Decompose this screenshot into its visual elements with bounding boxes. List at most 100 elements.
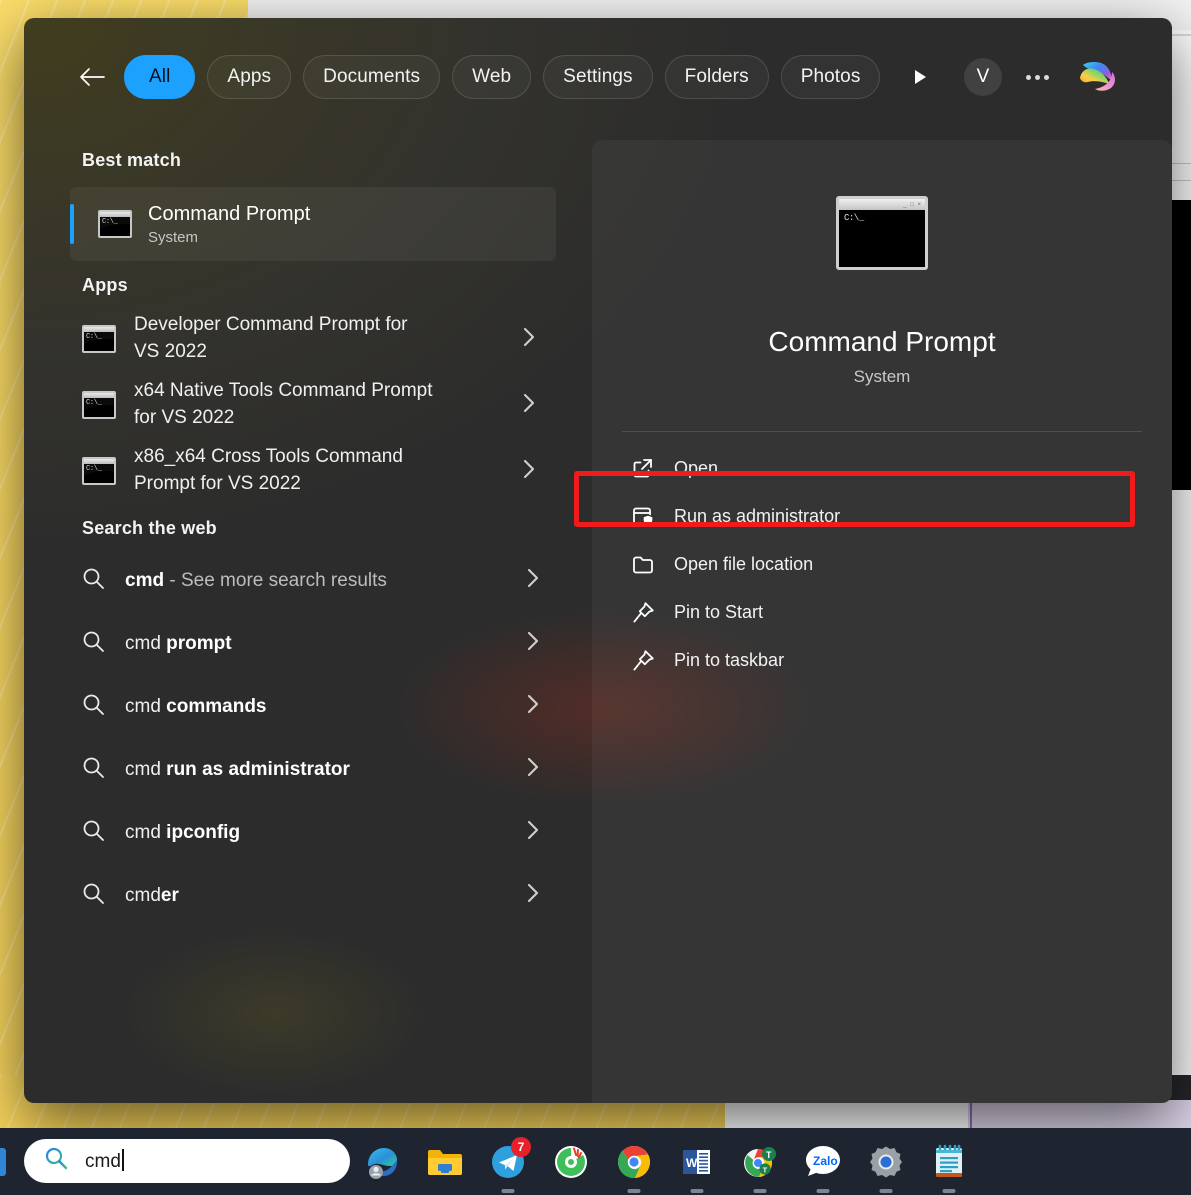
search-icon	[82, 630, 105, 658]
best-match-result[interactable]: C:\_ Command Prompt System	[70, 187, 556, 261]
list-item[interactable]: cmd run as administrator	[70, 738, 556, 801]
back-arrow-icon[interactable]	[72, 57, 112, 97]
query-suffix: commands	[160, 695, 267, 717]
screen: 4 2 e All Apps Docum	[0, 0, 1191, 1195]
action-run-as-administrator[interactable]: Run as administrator	[592, 492, 1172, 540]
section-heading-apps: Apps	[82, 275, 128, 295]
list-item[interactable]: C:\_ Developer Command Prompt for VS 202…	[70, 306, 556, 372]
play-triangle-icon[interactable]	[898, 55, 942, 99]
chevron-right-icon[interactable]	[523, 327, 552, 352]
detail-icon-wrap: _ □ × C:\_	[592, 140, 1172, 270]
search-icon	[82, 756, 105, 784]
pin-icon	[630, 647, 656, 673]
list-item[interactable]: cmd commands	[70, 675, 556, 738]
filter-pill-label: All	[149, 66, 171, 87]
taskbar-edge-accent	[0, 1148, 6, 1176]
action-pin-to-taskbar[interactable]: Pin to taskbar	[592, 636, 1172, 684]
list-item[interactable]: C:\_ x64 Native Tools Command Prompt for…	[70, 372, 556, 438]
taskbar-app-zalo[interactable]: Zalo	[801, 1140, 845, 1193]
list-item-label: x64 Native Tools Command Prompt for VS 2…	[134, 380, 433, 428]
command-prompt-icon: _ □ × C:\_	[836, 196, 928, 270]
taskbar-app-google-chrome[interactable]	[612, 1140, 656, 1193]
open-external-icon	[630, 455, 656, 481]
chevron-right-icon[interactable]	[527, 694, 556, 719]
filter-pill-web[interactable]: Web	[452, 55, 532, 99]
query-text: cmd	[125, 758, 161, 780]
list-item-label: cmd prompt	[125, 633, 232, 655]
ellipsis-icon[interactable]	[1018, 58, 1056, 96]
svg-text:Zalo: Zalo	[813, 1154, 838, 1168]
taskbar-app-file-explorer[interactable]	[423, 1140, 467, 1184]
chevron-right-icon[interactable]	[523, 459, 552, 484]
list-item[interactable]: C:\_ x86_x64 Cross Tools Command Prompt …	[70, 438, 556, 504]
filter-pill-apps[interactable]: Apps	[207, 55, 292, 99]
list-item[interactable]: cmder	[70, 864, 556, 927]
list-item-label: cmd ipconfig	[125, 822, 240, 844]
avatar[interactable]: V	[964, 58, 1002, 96]
filter-pill-settings[interactable]: Settings	[543, 55, 653, 99]
taskbar-app-chrome-teams[interactable]: T T	[738, 1140, 782, 1193]
chevron-right-icon[interactable]	[527, 883, 556, 908]
search-icon	[82, 882, 105, 910]
list-item[interactable]: cmd - See more search results	[70, 549, 556, 612]
taskbar-app-microsoft-edge[interactable]	[360, 1140, 404, 1184]
running-indicator	[753, 1188, 767, 1193]
filter-pill-label: Documents	[323, 66, 421, 87]
notification-badge: 7	[511, 1136, 531, 1157]
taskbar-app-telegram[interactable]: 7	[486, 1136, 531, 1193]
taskbar-app-screen-recorder[interactable]	[549, 1140, 593, 1184]
chevron-right-icon[interactable]	[523, 393, 552, 418]
running-indicator	[627, 1188, 641, 1193]
best-match-text: Command Prompt System	[148, 202, 310, 246]
filter-pill-label: Settings	[563, 66, 633, 87]
running-indicator	[501, 1188, 515, 1193]
filter-pill-all[interactable]: All	[124, 55, 196, 99]
background-accent-line	[970, 1100, 972, 1128]
chevron-right-icon[interactable]	[527, 820, 556, 845]
taskbar-app-notepad[interactable]	[927, 1140, 971, 1193]
filter-pill-folders[interactable]: Folders	[664, 55, 769, 99]
query-suffix: run as administrator	[160, 758, 350, 780]
text-caret	[121, 1149, 124, 1171]
filter-pill-documents[interactable]: Documents	[303, 55, 441, 99]
action-open[interactable]: Open	[592, 444, 1172, 492]
shield-window-icon	[630, 503, 656, 529]
filter-pill-label: Photos	[800, 66, 861, 87]
filter-pill-label: Folders	[684, 66, 749, 87]
app-detail-panel: _ □ × C:\_ Command Prompt System Open Ru…	[592, 140, 1172, 1103]
command-prompt-icon: C:\_	[82, 391, 116, 419]
best-match-title: Command Prompt	[148, 203, 311, 225]
page-title: Command Prompt	[768, 326, 996, 357]
detail-subtitle: System	[853, 367, 911, 386]
list-item[interactable]: cmd prompt	[70, 612, 556, 675]
search-input-value: cmd	[85, 1151, 121, 1172]
query-text: cmd	[125, 569, 165, 591]
search-input-text: cmd	[85, 1149, 124, 1173]
filter-bar-right-group: V	[964, 52, 1122, 102]
search-input[interactable]: cmd	[24, 1139, 350, 1183]
query-text: cmd	[125, 821, 161, 843]
action-pin-to-start[interactable]: Pin to Start	[592, 588, 1172, 636]
query-text: cmd	[125, 695, 161, 717]
chevron-right-icon[interactable]	[527, 757, 556, 782]
list-item-label: cmder	[125, 885, 179, 907]
search-icon	[82, 567, 105, 595]
running-indicator	[879, 1188, 893, 1193]
action-label: Run as administrator	[674, 505, 841, 526]
best-match-subtitle: System	[148, 229, 199, 246]
copilot-icon[interactable]	[1072, 52, 1122, 102]
taskbar-app-settings[interactable]	[864, 1140, 908, 1193]
search-filter-bar: All Apps Documents Web Settings Folders …	[24, 18, 1172, 136]
running-indicator	[690, 1188, 704, 1193]
action-open-file-location[interactable]: Open file location	[592, 540, 1172, 588]
filter-pill-photos[interactable]: Photos	[780, 55, 881, 99]
command-prompt-icon: C:\_	[98, 210, 132, 238]
taskbar-app-microsoft-word[interactable]: W	[675, 1140, 719, 1193]
avatar-initial: V	[976, 66, 990, 87]
list-item[interactable]: cmd ipconfig	[70, 801, 556, 864]
divider	[622, 431, 1142, 432]
chevron-right-icon[interactable]	[527, 568, 556, 593]
search-icon	[82, 693, 105, 721]
chevron-right-icon[interactable]	[527, 631, 556, 656]
selection-accent-bar	[70, 204, 74, 244]
